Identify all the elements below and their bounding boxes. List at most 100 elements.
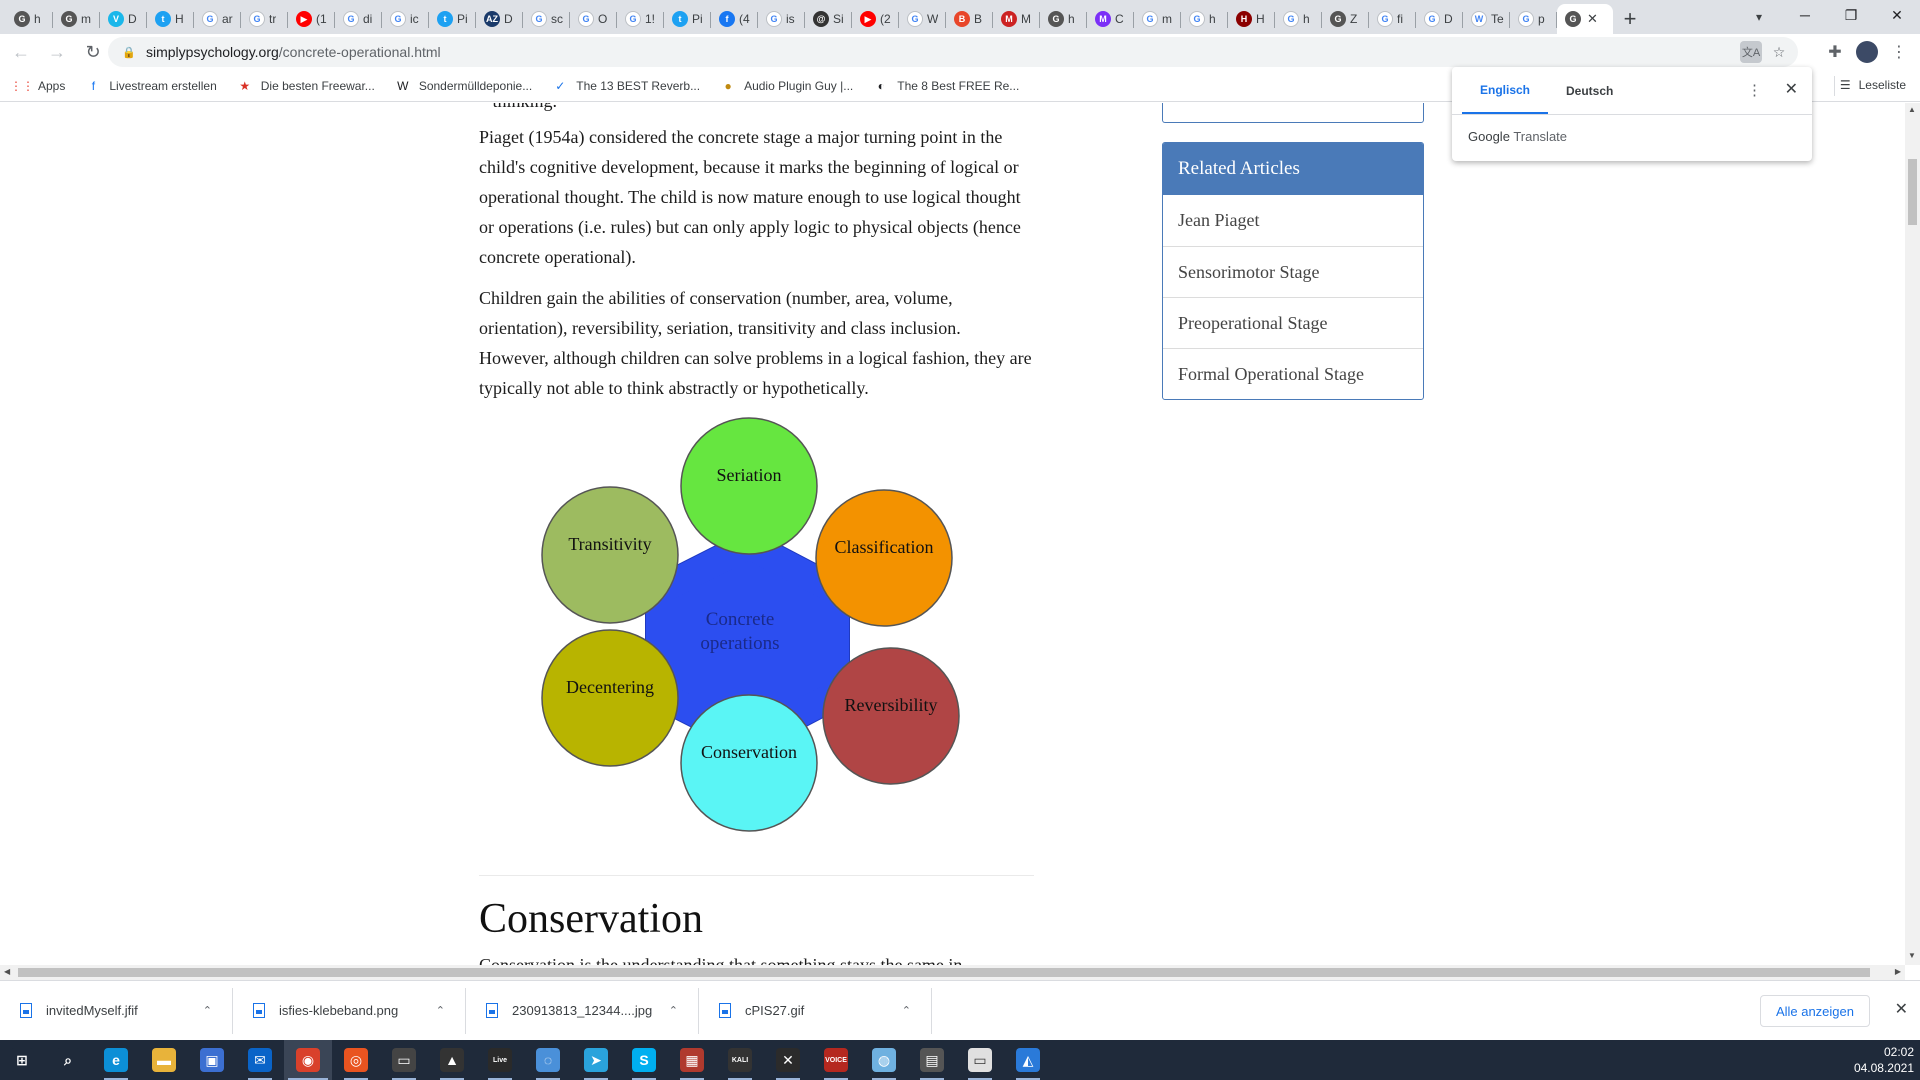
taskbar-photos[interactable]: ◭ bbox=[1004, 1040, 1052, 1080]
chevron-up-icon[interactable]: ⌃ bbox=[203, 1004, 212, 1017]
browser-tab[interactable]: f (4 bbox=[711, 4, 758, 34]
related-article-link[interactable]: Sensorimotor Stage bbox=[1163, 246, 1423, 297]
bookmark-item[interactable]: ✓ The 13 BEST Reverb... bbox=[552, 78, 700, 94]
browser-tab[interactable]: W Te bbox=[1463, 4, 1510, 34]
taskbar-inkscape[interactable]: ▲ bbox=[428, 1040, 476, 1080]
translate-options-icon[interactable]: ⋮ bbox=[1747, 81, 1762, 99]
taskbar-window[interactable]: ▭ bbox=[956, 1040, 1004, 1080]
download-item[interactable]: cPIS27.gif ⌃ bbox=[699, 987, 932, 1034]
taskbar-kali[interactable]: KALI bbox=[716, 1040, 764, 1080]
browser-tab[interactable]: ▶ (2 bbox=[852, 4, 899, 34]
bookmark-star-icon[interactable]: ☆ bbox=[1768, 41, 1790, 63]
browser-tab[interactable]: Gm bbox=[53, 4, 100, 34]
related-article-link[interactable]: Formal Operational Stage bbox=[1163, 348, 1423, 399]
taskbar-voicemeeter[interactable]: VOICE bbox=[812, 1040, 860, 1080]
forward-icon[interactable]: → bbox=[42, 37, 72, 67]
browser-tab[interactable]: tH bbox=[147, 4, 194, 34]
extensions-icon[interactable]: ✚ bbox=[1822, 37, 1848, 67]
browser-tab[interactable]: Gp bbox=[1510, 4, 1557, 34]
taskbar-store[interactable]: ▣ bbox=[188, 1040, 236, 1080]
taskbar-terminal[interactable]: ▭ bbox=[380, 1040, 428, 1080]
vertical-scrollbar[interactable]: ▲ ▼ bbox=[1905, 103, 1920, 965]
lock-icon[interactable]: 🔒 bbox=[122, 46, 136, 59]
minimize-button[interactable]: ─ bbox=[1782, 0, 1828, 30]
bookmark-item[interactable]: ◐ The 8 Best FREE Re... bbox=[873, 78, 1020, 94]
browser-tab[interactable]: AZ D bbox=[476, 4, 523, 34]
browser-tab[interactable]: GW bbox=[899, 4, 946, 34]
browser-tab[interactable]: Gh bbox=[6, 4, 53, 34]
bookmark-item[interactable]: W Sondermülldeponie... bbox=[395, 78, 532, 94]
close-window-button[interactable]: ✕ bbox=[1874, 0, 1920, 30]
tab-close-icon[interactable]: ✕ bbox=[1587, 11, 1598, 27]
taskbar-x[interactable]: ✕ bbox=[764, 1040, 812, 1080]
browser-tab[interactable]: Gh bbox=[1181, 4, 1228, 34]
scroll-down-icon[interactable]: ▼ bbox=[1908, 951, 1916, 960]
translate-tab-target[interactable]: Deutsch bbox=[1548, 67, 1631, 114]
browser-tab[interactable]: Gh bbox=[1275, 4, 1322, 34]
download-item[interactable]: invitedMyself.jfif ⌃ bbox=[0, 987, 233, 1034]
browser-tab[interactable]: Gic bbox=[382, 4, 429, 34]
browser-tab[interactable]: Gar bbox=[194, 4, 241, 34]
vertical-scroll-thumb[interactable] bbox=[1908, 159, 1917, 225]
scroll-left-icon[interactable]: ◀ bbox=[4, 967, 10, 976]
scroll-right-icon[interactable]: ▶ bbox=[1895, 967, 1901, 976]
taskbar-windows-logo[interactable]: ⊞ bbox=[0, 1040, 44, 1080]
taskbar-folder[interactable]: ▬ bbox=[140, 1040, 188, 1080]
taskbar-chat[interactable]: ◌ bbox=[524, 1040, 572, 1080]
browser-tab[interactable]: MM bbox=[993, 4, 1040, 34]
close-downloads-icon[interactable]: ✕ bbox=[1895, 999, 1908, 1019]
chevron-up-icon[interactable]: ⌃ bbox=[902, 1004, 911, 1017]
browser-tab[interactable]: @ Si bbox=[805, 4, 852, 34]
related-article-link[interactable]: Preoperational Stage bbox=[1163, 297, 1423, 348]
horizontal-scroll-thumb[interactable] bbox=[18, 968, 1870, 977]
browser-tab[interactable]: BB bbox=[946, 4, 993, 34]
browser-tab[interactable]: Gm bbox=[1134, 4, 1181, 34]
browser-tab[interactable]: G 1! bbox=[617, 4, 664, 34]
browser-tab[interactable]: t Pi bbox=[664, 4, 711, 34]
taskbar-ubuntu[interactable]: ◎ bbox=[332, 1040, 380, 1080]
chevron-up-icon[interactable]: ⌃ bbox=[436, 1004, 445, 1017]
browser-tab[interactable]: GO bbox=[570, 4, 617, 34]
scroll-up-icon[interactable]: ▲ bbox=[1908, 105, 1916, 114]
profile-avatar[interactable] bbox=[1856, 41, 1878, 63]
bookmark-item[interactable]: ⋮⋮ Apps bbox=[10, 78, 65, 94]
system-clock[interactable]: 02:02 04.08.2021 bbox=[1854, 1044, 1914, 1076]
browser-tab[interactable]: MC bbox=[1087, 4, 1134, 34]
reading-list-button[interactable]: ☰ Leseliste bbox=[1840, 78, 1906, 92]
browser-tab[interactable]: Gdi bbox=[335, 4, 382, 34]
browser-tab[interactable]: Gis bbox=[758, 4, 805, 34]
download-item[interactable]: isfies-klebeband.png ⌃ bbox=[233, 987, 466, 1034]
taskbar-telegram[interactable]: ➤ bbox=[572, 1040, 620, 1080]
reload-icon[interactable]: ↻ bbox=[78, 37, 108, 67]
new-tab-button[interactable]: + bbox=[1613, 4, 1647, 34]
taskbar-discord[interactable]: ◍ bbox=[860, 1040, 908, 1080]
taskbar-calculator[interactable]: ▦ bbox=[668, 1040, 716, 1080]
translate-icon[interactable]: 文A bbox=[1740, 41, 1762, 63]
browser-tab[interactable]: Gh bbox=[1040, 4, 1087, 34]
back-icon[interactable]: ← bbox=[6, 37, 36, 67]
bookmark-item[interactable]: ★ Die besten Freewar... bbox=[237, 78, 374, 94]
show-all-downloads-button[interactable]: Alle anzeigen bbox=[1759, 995, 1870, 1027]
browser-tab[interactable]: Gtr bbox=[241, 4, 288, 34]
taskbar-skype[interactable]: S bbox=[620, 1040, 668, 1080]
browser-tab[interactable]: VD bbox=[100, 4, 147, 34]
browser-tab[interactable]: Gsc bbox=[523, 4, 570, 34]
translate-close-icon[interactable]: ✕ bbox=[1785, 79, 1798, 99]
browser-menu-icon[interactable]: ⋮ bbox=[1886, 37, 1912, 67]
related-article-link[interactable]: Jean Piaget bbox=[1163, 195, 1423, 246]
bookmark-item[interactable]: ● Audio Plugin Guy |... bbox=[720, 78, 853, 94]
translate-tab-source[interactable]: Englisch bbox=[1462, 67, 1549, 114]
taskbar-app[interactable]: ▤ bbox=[908, 1040, 956, 1080]
browser-tab[interactable]: GD bbox=[1416, 4, 1463, 34]
tab-search-icon[interactable]: ▾ bbox=[1748, 6, 1770, 28]
browser-tab[interactable]: GZ bbox=[1322, 4, 1369, 34]
bookmark-item[interactable]: f Livestream erstellen bbox=[85, 78, 217, 94]
chevron-up-icon[interactable]: ⌃ bbox=[669, 1004, 678, 1017]
taskbar-mail[interactable]: ✉ bbox=[236, 1040, 284, 1080]
horizontal-scrollbar[interactable]: ◀ ▶ bbox=[0, 965, 1905, 980]
browser-tab[interactable]: t Pi bbox=[429, 4, 476, 34]
taskbar-search[interactable]: ⌕ bbox=[44, 1040, 92, 1080]
browser-tab[interactable]: HH bbox=[1228, 4, 1275, 34]
taskbar-live[interactable]: Live bbox=[476, 1040, 524, 1080]
restore-button[interactable]: ❐ bbox=[1828, 0, 1874, 30]
